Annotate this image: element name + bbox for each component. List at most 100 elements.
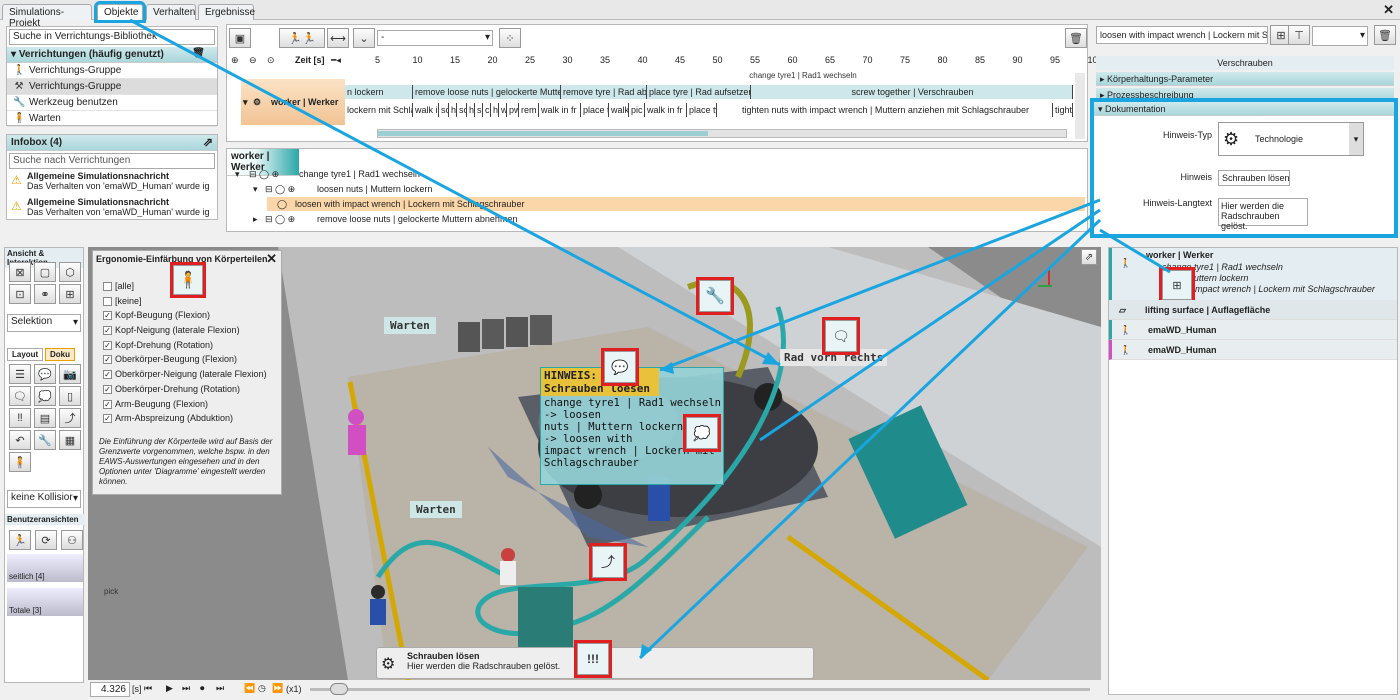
timeline-activity[interactable]: place tyre | Rad aufsetzen (647, 85, 751, 99)
list-icon[interactable]: ☰ (9, 364, 31, 384)
timeline-activity[interactable]: pw (507, 103, 519, 117)
clock-icon[interactable]: ◷ (258, 683, 266, 694)
play-icon[interactable]: ▶ (166, 683, 173, 694)
timeline-activity[interactable]: remove loose nuts | gelockerte Mutte (413, 85, 561, 99)
tab-verhalten[interactable]: Verhalten (146, 4, 196, 20)
record-icon[interactable]: ⏺ (200, 683, 205, 694)
export-icon[interactable]: ⇗ (203, 135, 213, 149)
library-item[interactable]: 🚶 Verrichtungs-Gruppe (7, 63, 217, 79)
scene-tree-item[interactable]: 🚶 emaWD_Human (1109, 340, 1397, 360)
section-dokumentation[interactable]: ▾ Dokumentation (1094, 102, 1394, 116)
library-item[interactable]: 🧍 Warten (7, 111, 217, 127)
walk-icon[interactable]: 🏃🏃 (279, 28, 325, 48)
tree-row[interactable]: ▾ ⊟ ◯ ⊕ change tyre1 | Rad1 wechseln (231, 167, 1011, 181)
hint-input[interactable]: Schrauben lösen (1218, 170, 1290, 186)
timeline-activity[interactable]: screw together | Verschrauben (751, 85, 1073, 99)
measure-icon[interactable]: ⤴ (589, 543, 627, 581)
checkbox[interactable] (103, 296, 112, 306)
exclamation-icon[interactable]: ‼ (9, 408, 31, 428)
step-back-icon[interactable]: ⏮ (144, 683, 152, 694)
tab-objekte[interactable]: Objekte (94, 1, 146, 23)
rewind-icon[interactable]: ⏪ (244, 683, 255, 694)
checkbox[interactable]: ✓ (103, 326, 112, 336)
activity-dropdown[interactable]: - ▾ (377, 30, 493, 46)
tab-ergebnisse[interactable]: Ergebnisse (198, 4, 255, 20)
library-item[interactable]: 🔧 Werkzeug benutzen (7, 95, 217, 111)
tab-simulations-projekt[interactable]: Simulations-Projekt (2, 4, 92, 29)
trash-icon[interactable]: 🗑 (1065, 28, 1087, 48)
tag-icon[interactable]: ⊤ (1288, 25, 1310, 45)
cube-x-icon[interactable]: ⊠ (9, 262, 31, 282)
trash-icon[interactable]: 🗑 (192, 48, 205, 59)
time-input[interactable]: 4.326 (90, 682, 130, 697)
timeline-vscroll[interactable] (1075, 73, 1085, 139)
activity-search-input[interactable]: loosen with impact wrench | Lockern mit … (1096, 26, 1268, 44)
ergonomics-option[interactable]: ✓ Oberkörper-Beugung (Flexion) (103, 352, 273, 367)
collision-dropdown[interactable]: keine Kollisior ▾ (7, 490, 81, 508)
scene-label-warten[interactable]: Warten (410, 501, 462, 518)
perspective-icon[interactable]: ⬡ (59, 262, 81, 282)
forward-icon[interactable]: ⏩ (272, 683, 283, 694)
timeline-activity[interactable]: c (483, 103, 491, 117)
marker-icon[interactable]: ⌄ (353, 28, 375, 48)
tree-row-selected[interactable]: ◯ loosen with impact wrench | Lockern mi… (267, 197, 1085, 211)
scrollbar-thumb[interactable] (378, 131, 708, 136)
speech-bubble-icon[interactable]: 💬 (601, 348, 639, 386)
timeline-activity[interactable]: h (449, 103, 457, 117)
abc-note-icon[interactable]: 🗨 (9, 386, 31, 406)
wrench-icon[interactable]: 🔧 (34, 430, 56, 450)
library-item[interactable]: ⚒ Verrichtungs-Gruppe (7, 79, 217, 95)
checkbox[interactable] (103, 282, 112, 291)
link-icon[interactable]: ⚭ (34, 284, 56, 304)
camera-icon[interactable]: 📷 (59, 364, 81, 384)
trash-icon[interactable]: 🗑 (1374, 25, 1396, 45)
tab-doku[interactable]: Doku (45, 348, 75, 361)
infobox-search-input[interactable]: Suche nach Verrichtungen (9, 153, 215, 169)
timeline-activity[interactable]: place tw (581, 103, 609, 117)
scene-label-warten[interactable]: Warten (384, 317, 436, 334)
scene-tree-item[interactable]: ▱ lifting surface | Auflagefläche (1109, 300, 1397, 320)
close-icon[interactable]: ✕ (266, 251, 277, 267)
timeline-activity[interactable]: sc (457, 103, 467, 117)
box-icon[interactable]: ▢ (34, 262, 56, 282)
dots-icon[interactable]: ⁘ (499, 28, 521, 48)
checkbox[interactable]: ✓ (103, 399, 112, 409)
table-icon[interactable]: ▤ (34, 408, 56, 428)
timeline-activity[interactable]: h (491, 103, 499, 117)
section-prozessbeschreibung[interactable]: ▸ Prozessbeschreibung (1096, 88, 1394, 102)
exclamation-icon[interactable]: !!! (574, 640, 612, 678)
bend-icon[interactable]: ↶ (9, 430, 31, 450)
timeline-activity[interactable]: w (499, 103, 507, 117)
scene-tree-worker[interactable]: 🚶 worker | Werker change tyre1 | Rad1 we… (1109, 248, 1397, 303)
ergonomics-option[interactable]: [keine] (103, 294, 273, 309)
layout-icon[interactable]: ▣ (229, 28, 251, 48)
page-icon[interactable]: ▯ (59, 386, 81, 406)
checkbox[interactable]: ✓ (103, 311, 112, 321)
timeline-activity[interactable]: place tw (687, 103, 717, 117)
hint-type-dropdown[interactable]: ⚙ Technologie ▾ (1218, 122, 1364, 156)
timeline-activity[interactable]: rem (519, 103, 539, 117)
timeline-activity[interactable]: sc (439, 103, 449, 117)
ergonomics-option[interactable]: ✓ Arm-Abspreizung (Abduktion) (103, 411, 273, 426)
process-icon[interactable]: ⊞ (1159, 267, 1195, 303)
tool-note-icon[interactable]: 🔧 (696, 277, 734, 315)
figure-icon[interactable]: 🧍 (9, 452, 31, 472)
checkbox[interactable]: ✓ (103, 384, 112, 394)
timeline-scrollbar[interactable] (377, 129, 1067, 138)
long-text-input[interactable]: Hier werden die Radschrauben gelöst. (1218, 198, 1308, 231)
grid2-icon[interactable]: ▦ (59, 430, 81, 450)
timeline-activity[interactable]: walk in fr (539, 103, 581, 117)
end-icon[interactable]: ⏭ (216, 683, 224, 694)
ergonomics-option[interactable]: ✓ Kopf-Neigung (laterale Flexion) (103, 323, 273, 338)
tree-row[interactable]: ▾ ⊟ ◯ ⊕ loosen nuts | Muttern lockern (247, 182, 1007, 196)
infobox-message[interactable]: ⚠ Allgemeine Simulationsnachricht Das Ve… (7, 197, 217, 223)
timeline-activity[interactable]: walk in (413, 103, 439, 117)
timeline-activity[interactable]: h (467, 103, 475, 117)
timeline-activity[interactable]: lockern mit Schlag (345, 103, 413, 117)
ergonomics-option[interactable]: ✓ Oberkörper-Drehung (Rotation) (103, 382, 273, 397)
timeline-activity[interactable]: tight (1053, 103, 1073, 117)
curve-icon[interactable]: ⤴ (59, 408, 81, 428)
infobox-message[interactable]: ⚠ Allgemeine Simulationsnachricht Das Ve… (7, 171, 217, 197)
grid-icon[interactable]: ⊞ (59, 284, 81, 304)
zoom-icon[interactable]: ⊡ (9, 284, 31, 304)
